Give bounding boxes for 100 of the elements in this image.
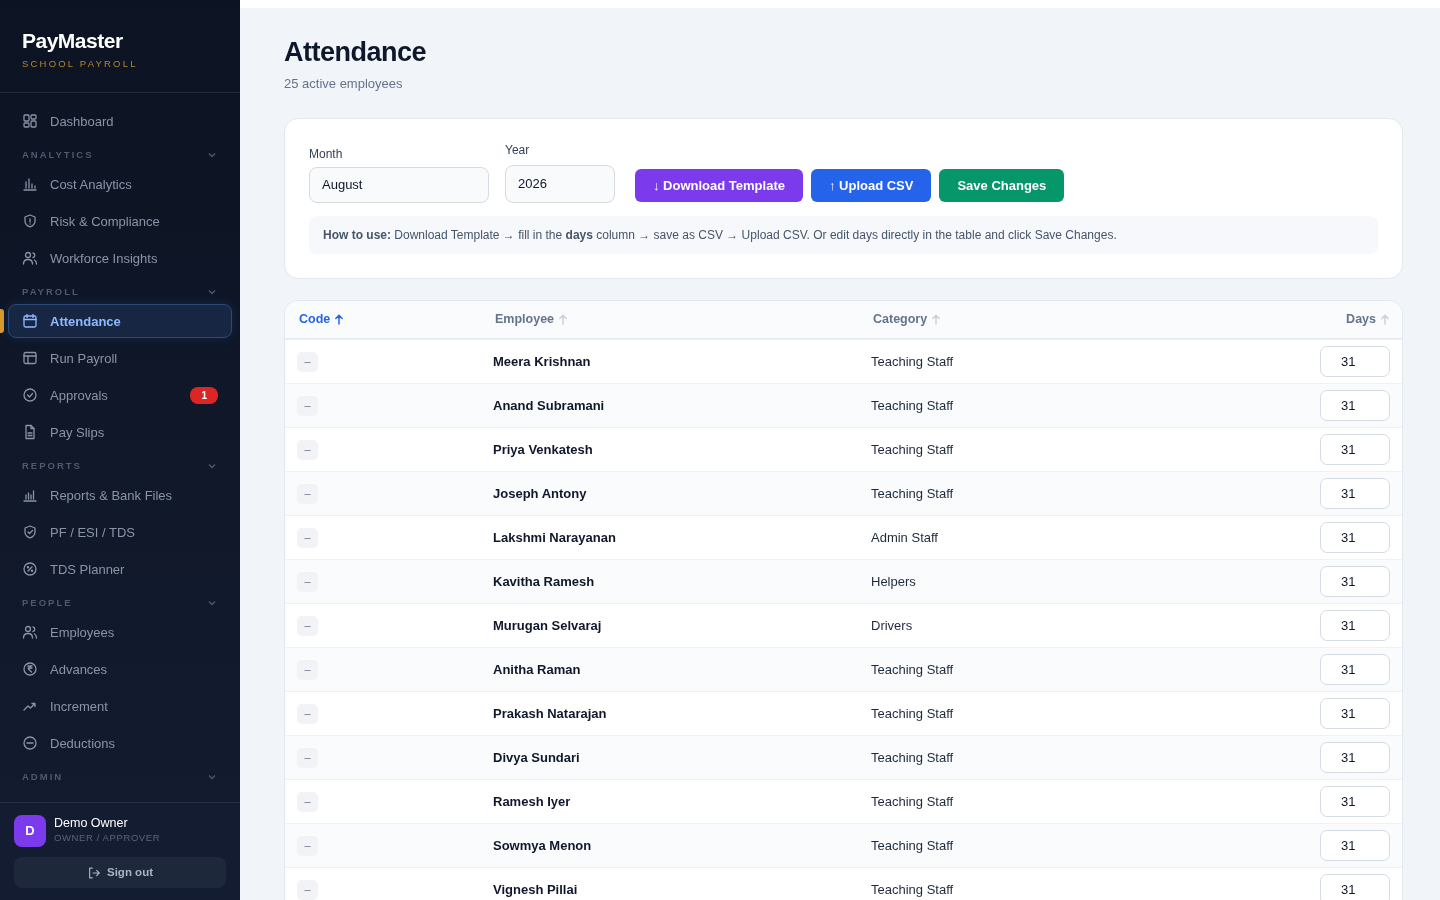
days-field[interactable]: 31 bbox=[1320, 389, 1390, 421]
employee-name: Murugan Selvaraj bbox=[493, 616, 603, 635]
code-chip: – bbox=[297, 879, 318, 900]
code-chip: – bbox=[297, 791, 318, 812]
category-cell-text: Teaching Staff bbox=[871, 836, 955, 855]
employee-name: Anand Subramani bbox=[493, 396, 606, 415]
shield-check-icon bbox=[22, 524, 38, 541]
bar-chart-icon bbox=[22, 176, 38, 193]
days-field[interactable]: 31 bbox=[1320, 609, 1390, 641]
sidebar-item[interactable]: Workforce Insights bbox=[8, 241, 232, 276]
rupee-icon bbox=[22, 661, 38, 678]
days-field[interactable]: 31 bbox=[1320, 873, 1390, 900]
code-chip: – bbox=[297, 615, 318, 636]
upload-csv-button[interactable]: ↑ Upload CSV bbox=[810, 168, 932, 202]
section-heading: PEOPLE bbox=[22, 596, 73, 611]
grid-icon bbox=[22, 113, 38, 130]
employee-name: Anitha Raman bbox=[493, 660, 582, 679]
days-field[interactable]: 31 bbox=[1320, 741, 1390, 773]
sidebar-item[interactable]: Employees bbox=[8, 615, 232, 650]
check-circle-icon bbox=[22, 387, 38, 404]
days-field[interactable]: 31 bbox=[1320, 433, 1390, 465]
sidebar-item[interactable]: Risk & Compliance bbox=[8, 204, 232, 239]
sidebar-item[interactable]: Advances bbox=[8, 652, 232, 687]
employee-name: Sowmya Menon bbox=[493, 836, 593, 855]
sidebar-item[interactable]: Reports & Bank Files bbox=[8, 478, 232, 513]
sidebar-item[interactable]: Increment bbox=[8, 689, 232, 724]
employee-name: Kavitha Ramesh bbox=[493, 572, 596, 591]
category-cell-text: Teaching Staff bbox=[871, 484, 955, 503]
code-chip: – bbox=[297, 395, 318, 416]
save-changes-button[interactable]: Save Changes bbox=[939, 168, 1065, 202]
category-cell-text: Helpers bbox=[871, 572, 917, 591]
active-indicator bbox=[0, 309, 4, 334]
minus-circle-icon bbox=[22, 735, 38, 752]
sort-arrow-icon bbox=[334, 313, 345, 325]
year-label: Year bbox=[505, 141, 531, 159]
employee-name: Divya Sundari bbox=[493, 748, 581, 767]
sort-arrow-icon bbox=[558, 313, 569, 325]
user-name: Demo Owner bbox=[54, 816, 129, 832]
employee-name: Vignesh Pillai bbox=[493, 880, 579, 899]
count-badge: 1 bbox=[190, 386, 218, 404]
employee-name: Prakash Natarajan bbox=[493, 704, 608, 723]
month-field[interactable]: August bbox=[309, 166, 489, 203]
calendar-icon bbox=[22, 313, 38, 330]
sidebar-item[interactable]: Pay Slips bbox=[8, 415, 232, 450]
days-field[interactable]: 31 bbox=[1320, 785, 1390, 817]
download-template-button[interactable]: ↓ Download Template bbox=[635, 168, 803, 202]
app-tagline: SCHOOL PAYROLL bbox=[22, 57, 139, 71]
days-field[interactable]: 31 bbox=[1320, 653, 1390, 685]
sign-out-icon bbox=[87, 865, 101, 880]
section-heading: ANALYTICS bbox=[22, 148, 94, 163]
category-cell-text: Drivers bbox=[871, 616, 914, 635]
sidebar-item[interactable]: Dashboard bbox=[8, 104, 232, 139]
section-heading: ADMIN bbox=[22, 770, 64, 785]
employee-name: Meera Krishnan bbox=[493, 352, 592, 371]
sort-arrow-icon bbox=[931, 313, 942, 325]
days-field[interactable]: 31 bbox=[1320, 345, 1390, 377]
year-field[interactable]: 2026 bbox=[505, 164, 615, 203]
sort-arrow-icon bbox=[1380, 313, 1390, 325]
category-cell-text: Teaching Staff bbox=[871, 880, 955, 899]
sidebar-item[interactable]: PF / ESI / TDS bbox=[8, 515, 232, 550]
category-cell-text: Teaching Staff bbox=[871, 704, 955, 723]
people-icon bbox=[22, 250, 38, 267]
sidebar-item[interactable]: Run Payroll bbox=[8, 341, 232, 376]
column-header[interactable]: Code bbox=[297, 310, 493, 329]
code-chip: – bbox=[297, 835, 318, 856]
sign-out-button[interactable]: Sign out bbox=[14, 857, 226, 888]
days-field[interactable]: 31 bbox=[1320, 697, 1390, 729]
employee-name: Ramesh Iyer bbox=[493, 792, 572, 811]
category-cell-text: Teaching Staff bbox=[871, 440, 955, 459]
sidebar-item[interactable]: Deductions bbox=[8, 726, 232, 761]
help-text: How to use: Download Template → fill in the days column → save as CSV → Upload CSV. Or edit days directly in the table and click Save Changes. bbox=[309, 215, 1378, 254]
category-cell-text: Teaching Staff bbox=[871, 792, 955, 811]
sidebar-item[interactable]: Cost Analytics bbox=[8, 167, 232, 202]
sidebar-item[interactable]: Attendance bbox=[8, 304, 232, 339]
column-header[interactable]: Employee bbox=[493, 310, 871, 329]
document-icon bbox=[22, 424, 38, 441]
days-field[interactable]: 31 bbox=[1320, 565, 1390, 597]
page-subtitle: 25 active employees bbox=[284, 75, 404, 94]
category-cell-text: Teaching Staff bbox=[871, 660, 955, 679]
code-chip: – bbox=[297, 439, 318, 460]
sidebar-item[interactable]: Approvals 1 bbox=[8, 378, 232, 413]
days-field[interactable]: 31 bbox=[1320, 521, 1390, 553]
code-chip: – bbox=[297, 747, 318, 768]
sidebar-item[interactable]: TDS Planner bbox=[8, 552, 232, 587]
category-cell-text: Admin Staff bbox=[871, 528, 939, 547]
people-icon bbox=[22, 624, 38, 641]
code-chip: – bbox=[297, 527, 318, 548]
code-chip: – bbox=[297, 659, 318, 680]
column-header[interactable]: Days bbox=[1280, 310, 1390, 329]
month-label: Month bbox=[309, 145, 344, 163]
section-heading: PAYROLL bbox=[22, 285, 80, 300]
code-chip: – bbox=[297, 571, 318, 592]
days-field[interactable]: 31 bbox=[1320, 477, 1390, 509]
table-icon bbox=[22, 350, 38, 367]
days-field[interactable]: 31 bbox=[1320, 829, 1390, 861]
category-cell-text: Teaching Staff bbox=[871, 396, 955, 415]
employee-name: Priya Venkatesh bbox=[493, 440, 594, 459]
column-header[interactable]: Category bbox=[871, 310, 1280, 329]
code-chip: – bbox=[297, 351, 318, 372]
code-chip: – bbox=[297, 703, 318, 724]
